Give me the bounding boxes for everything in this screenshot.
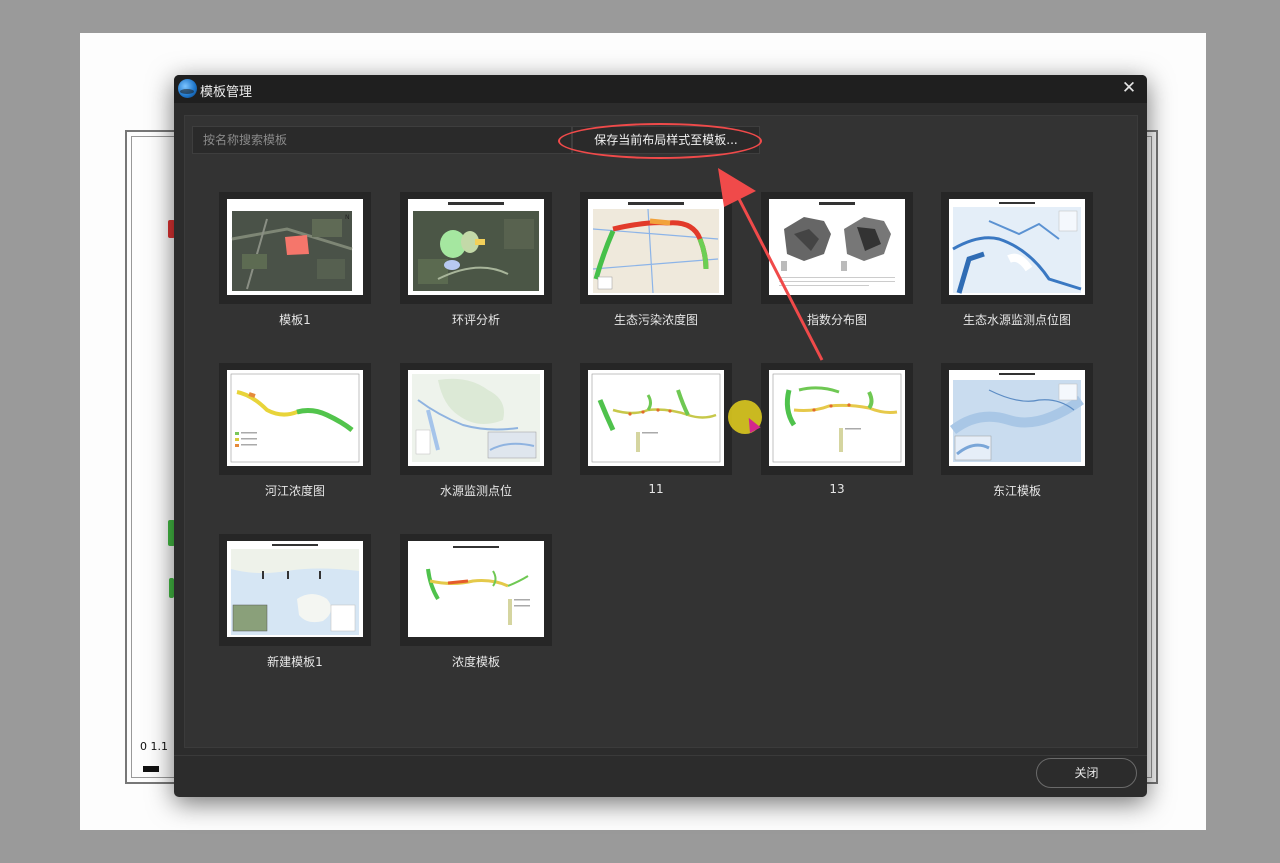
river-small-thumbnail [408, 541, 544, 637]
background-scale-bar [143, 766, 159, 772]
template-thumbnail[interactable] [400, 192, 552, 304]
template-thumbnail[interactable] [400, 363, 552, 475]
river-green-thumbnail [769, 370, 905, 466]
blue-river-thumbnail [949, 199, 1085, 295]
template-label: 浓度模板 [451, 655, 500, 669]
template-label: 模板1 [279, 313, 311, 327]
template-thumbnail[interactable] [941, 363, 1093, 475]
satellite-zones-thumbnail [408, 199, 544, 295]
dialog-titlebar: 模板管理 ✕ [174, 75, 1147, 103]
two-maps-thumbnail [769, 199, 905, 295]
template-label: 河江浓度图 [264, 484, 325, 498]
light-map-thumbnail [408, 370, 544, 466]
template-label: 环评分析 [451, 313, 500, 327]
template-label: 指数分布图 [806, 313, 867, 327]
background-scale-text: 0 1.1 [140, 740, 168, 753]
template-label: 新建模板1 [267, 655, 323, 669]
river-yellow-thumbnail [227, 370, 363, 466]
template-label: 生态水源监测点位图 [962, 313, 1071, 327]
template-label: 生态污染浓度图 [613, 313, 698, 327]
search-field[interactable] [192, 126, 572, 154]
template-thumbnail[interactable]: N [219, 192, 371, 304]
template-thumbnail[interactable] [580, 363, 732, 475]
river-green-thumbnail [588, 370, 724, 466]
dialog-title: 模板管理 [200, 85, 253, 100]
template-label: 水源监测点位 [439, 484, 512, 498]
template-thumbnail[interactable] [761, 192, 913, 304]
template-manager-dialog: 模板管理 ✕ 保存当前布局样式至模板... N 模板1 [174, 75, 1147, 797]
template-label: 13 [829, 482, 845, 496]
search-input[interactable] [193, 127, 571, 153]
svg-text:N: N [345, 214, 350, 221]
close-button[interactable]: 关闭 [1036, 758, 1137, 788]
template-thumbnail[interactable] [761, 363, 913, 475]
satellite-map-thumbnail: N [227, 199, 363, 295]
template-thumbnail[interactable] [400, 534, 552, 646]
template-label: 东江模板 [992, 484, 1041, 498]
coast-map-thumbnail [227, 541, 363, 637]
template-label: 11 [648, 482, 664, 496]
template-thumbnail[interactable] [219, 363, 371, 475]
app-globe-icon [178, 79, 197, 98]
close-icon[interactable]: ✕ [1119, 78, 1139, 98]
template-thumbnail[interactable] [580, 192, 732, 304]
template-thumbnail[interactable] [219, 534, 371, 646]
blue-map-thumbnail [949, 370, 1085, 466]
heat-river-thumbnail [588, 199, 724, 295]
template-thumbnail[interactable] [941, 192, 1093, 304]
save-layout-to-template-button[interactable]: 保存当前布局样式至模板... [572, 126, 760, 154]
footer-divider [174, 755, 1147, 756]
